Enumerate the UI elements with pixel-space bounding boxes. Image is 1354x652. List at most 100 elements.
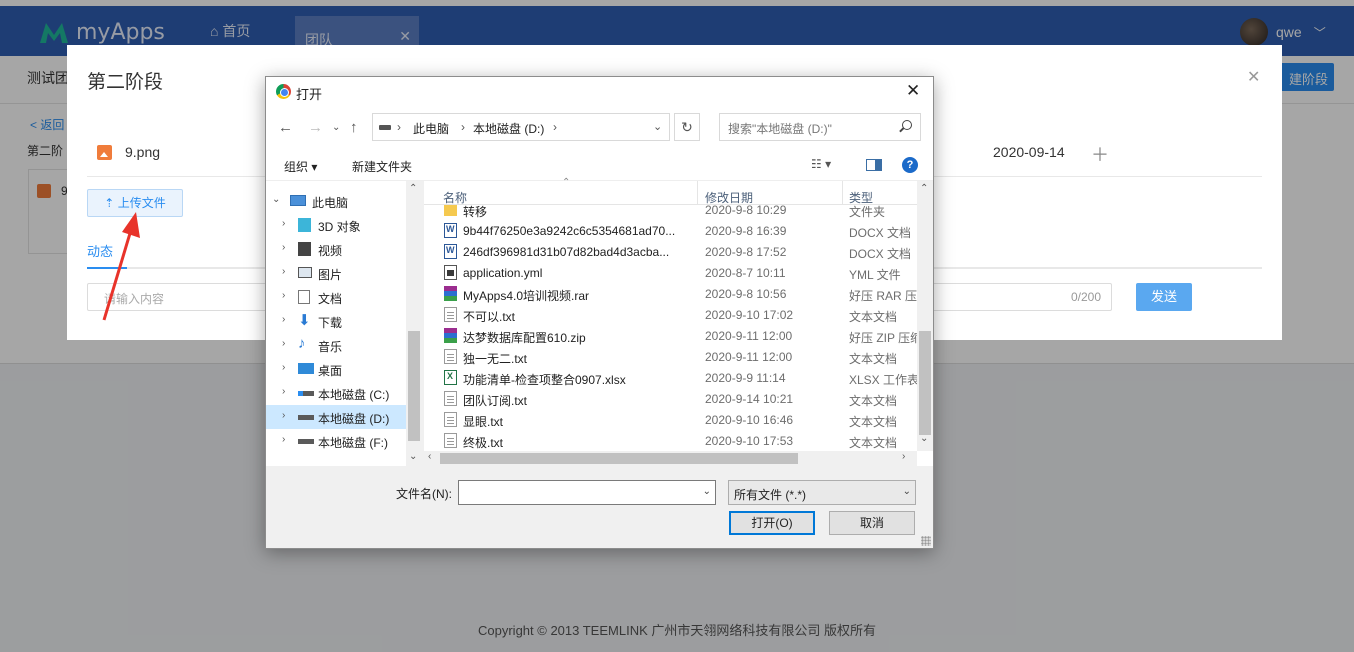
file-type: 好压 ZIP 压缩 — [849, 331, 917, 345]
file-row[interactable]: 转移 2020-9-8 10:29 文件夹 — [424, 205, 917, 220]
file-row[interactable]: 9b44f76250e3a9242c6c5354681ad70... 2020-9… — [424, 220, 917, 241]
chevron-right-icon[interactable]: › — [902, 451, 905, 462]
chevron-down-icon: ⌄ — [902, 486, 911, 497]
send-button[interactable]: 发送 — [1136, 283, 1192, 311]
navigation-tree: ⌄ 此电脑 › 3D 对象 › 视频 › 图片 › 文档 › ⬇ 下载 › ♪ … — [266, 181, 422, 466]
organize-menu[interactable]: 组织 ▾ — [284, 158, 317, 175]
column-date[interactable]: 修改日期 — [705, 189, 753, 206]
tree-item-music[interactable]: › ♪ 音乐 — [266, 333, 406, 357]
file-list-hscrollbar[interactable]: ‹ › — [424, 451, 917, 466]
attachment-date: 2020-09-14 — [993, 144, 1065, 160]
chevron-left-icon[interactable]: ‹ — [428, 451, 431, 462]
file-row[interactable]: 功能清单-检查项整合0907.xlsx 2020-9-9 11:14 XLSX 工作… — [424, 367, 917, 388]
refresh-button[interactable]: ↻ — [674, 113, 700, 141]
tree-item-drive-f[interactable]: › 本地磁盘 (F:) — [266, 429, 406, 453]
file-type: 文本文档 — [849, 415, 898, 429]
up-arrow-icon[interactable]: ↑ — [350, 119, 358, 136]
tree-item-downloads[interactable]: › ⬇ 下载 — [266, 309, 406, 333]
scrollbar-thumb[interactable] — [919, 331, 931, 435]
drive-icon — [379, 125, 391, 130]
video-icon — [298, 242, 311, 256]
tree-item-pictures[interactable]: › 图片 — [266, 261, 406, 285]
tree-item-documents[interactable]: › 文档 — [266, 285, 406, 309]
chevron-right-icon[interactable]: › — [282, 338, 285, 349]
attachment-name[interactable]: 9.png — [125, 144, 160, 160]
chevron-right-icon[interactable]: › — [282, 434, 285, 445]
chevron-down-icon[interactable]: ⌄ — [653, 120, 662, 133]
file-date: 2020-9-8 16:39 — [705, 224, 787, 238]
chevron-down-icon[interactable]: ⌄ — [272, 194, 280, 205]
forward-arrow-icon[interactable]: → — [308, 119, 323, 136]
chevron-right-icon[interactable]: › — [282, 314, 285, 325]
file-row[interactable]: 独一无二.txt 2020-9-11 12:00 文本文档 — [424, 346, 917, 367]
close-icon[interactable]: ✕ — [906, 81, 920, 101]
file-type: 文本文档 — [849, 352, 898, 366]
file-row[interactable]: 246df396981d31b07d82bad4d3acba... 2020-9-… — [424, 241, 917, 262]
file-row[interactable]: application.yml 2020-8-7 10:11 YML 文件 — [424, 262, 917, 283]
chevron-right-icon[interactable]: › — [282, 266, 285, 277]
file-row[interactable]: 显眼.txt 2020-9-10 16:46 文本文档 — [424, 409, 917, 430]
preview-pane-icon[interactable] — [866, 159, 882, 171]
resize-grip[interactable] — [921, 536, 931, 546]
chevron-up-icon[interactable]: ⌃ — [409, 183, 417, 194]
file-row[interactable]: 团队订阅.txt 2020-9-14 10:21 文本文档 — [424, 388, 917, 409]
refresh-icon: ↻ — [681, 119, 693, 135]
open-button[interactable]: 打开(O) — [729, 511, 815, 535]
file-row[interactable]: 达梦数据库配置610.zip 2020-9-11 12:00 好压 ZIP 压缩 — [424, 325, 917, 346]
chevron-right-icon[interactable]: › — [282, 386, 285, 397]
chrome-icon — [276, 84, 291, 99]
file-row[interactable]: MyApps4.0培训视频.rar 2020-9-8 10:56 好压 RAR 压 — [424, 283, 917, 304]
plus-icon[interactable]: ＋ — [1091, 141, 1109, 167]
column-type[interactable]: 类型 — [849, 189, 873, 206]
tree-item-drive-d[interactable]: › 本地磁盘 (D:) — [266, 405, 406, 429]
chevron-up-icon[interactable]: ⌃ — [920, 183, 928, 194]
new-folder-button[interactable]: 新建文件夹 — [352, 158, 412, 175]
scrollbar-thumb[interactable] — [440, 453, 798, 464]
chevron-right-icon[interactable]: › — [282, 290, 285, 301]
chevron-right-icon[interactable]: › — [282, 410, 285, 421]
scrollbar-thumb[interactable] — [408, 331, 420, 441]
file-name: 9b44f76250e3a9242c6c5354681ad70... — [463, 224, 676, 238]
filetype-select[interactable]: 所有文件 (*.*) ⌄ — [728, 480, 916, 505]
breadcrumb-drive-d[interactable]: 本地磁盘 (D:) — [473, 120, 544, 137]
file-list-vscrollbar[interactable]: ⌃ ⌄ — [917, 181, 933, 451]
filename-input[interactable]: ⌄ — [458, 480, 716, 505]
file-name: 不可以.txt — [463, 310, 516, 324]
column-divider[interactable] — [697, 181, 698, 205]
chevron-down-icon[interactable]: ⌄ — [409, 451, 417, 462]
cancel-button[interactable]: 取消 — [829, 511, 915, 535]
tree-item-videos[interactable]: › 视频 — [266, 237, 406, 261]
chevron-right-icon[interactable]: › — [282, 218, 285, 229]
xlsx-file-icon — [444, 370, 457, 385]
tree-item-drive-c[interactable]: › 本地磁盘 (C:) — [266, 381, 406, 405]
view-options-icon[interactable]: ☷ ▾ — [811, 157, 831, 171]
chevron-down-icon[interactable]: ⌄ — [920, 433, 928, 444]
tree-label: 本地磁盘 (F:) — [318, 436, 388, 450]
tree-scrollbar[interactable]: ⌃ ⌄ — [406, 181, 422, 466]
column-name[interactable]: 名称 — [443, 189, 467, 206]
tree-item-this-pc[interactable]: ⌄ 此电脑 — [266, 189, 406, 213]
search-input[interactable]: 搜索"本地磁盘 (D:)" — [719, 113, 921, 141]
address-box[interactable]: › 此电脑 › 本地磁盘 (D:) › ⌄ — [372, 113, 670, 141]
tree-item-3d-objects[interactable]: › 3D 对象 — [266, 213, 406, 237]
chevron-right-icon[interactable]: › — [282, 242, 285, 253]
chevron-right-icon[interactable]: › — [282, 362, 285, 373]
file-row[interactable]: 不可以.txt 2020-9-10 17:02 文本文档 — [424, 304, 917, 325]
drive-icon — [298, 391, 314, 396]
dialog-titlebar: 打开 ✕ — [266, 77, 933, 107]
chevron-down-icon[interactable]: ⌄ — [703, 486, 711, 497]
document-icon — [298, 290, 310, 304]
file-row[interactable]: 终极.txt 2020-9-10 17:53 文本文档 — [424, 430, 917, 451]
tree-item-desktop[interactable]: › 桌面 — [266, 357, 406, 381]
recent-dropdown-icon[interactable]: ⌄ — [332, 122, 340, 133]
file-name: 独一无二.txt — [463, 352, 528, 366]
help-icon[interactable]: ? — [902, 157, 918, 173]
file-type: DOCX 文档 — [849, 226, 912, 240]
close-icon[interactable]: ✕ — [1247, 67, 1260, 87]
cube-icon — [298, 218, 311, 232]
txt-file-icon — [444, 307, 457, 322]
column-divider[interactable] — [842, 181, 843, 205]
file-type: DOCX 文档 — [849, 247, 912, 261]
back-arrow-icon[interactable]: ← — [278, 119, 293, 136]
breadcrumb-pc[interactable]: 此电脑 — [413, 120, 449, 137]
